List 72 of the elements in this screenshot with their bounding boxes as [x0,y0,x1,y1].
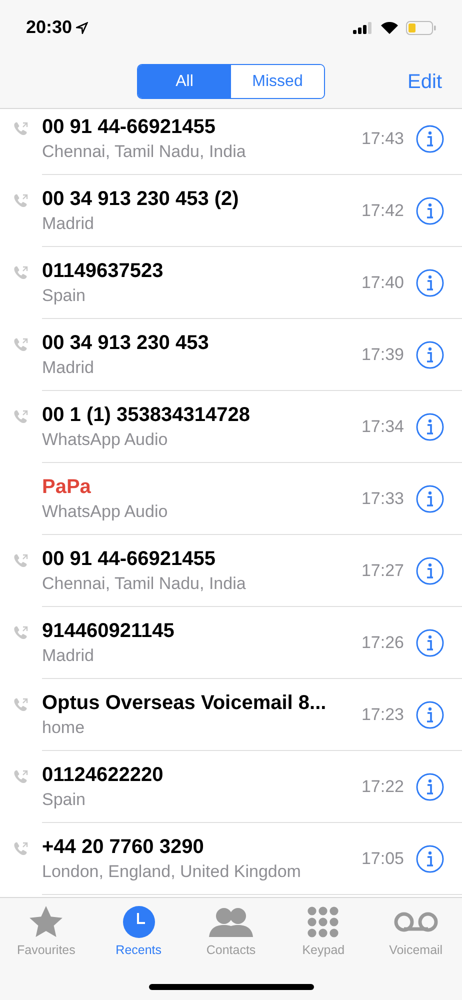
call-time: 17:27 [361,560,404,582]
info-icon[interactable] [416,628,444,656]
segment-tab[interactable]: All [138,65,231,98]
call-time: 17:42 [361,200,404,222]
clock-icon [122,906,155,938]
caller-name: PaPa [42,474,92,500]
call-time: 17:39 [361,344,404,366]
phone-icon [13,121,29,137]
people-icon [209,907,254,937]
call-time: 17:43 [361,128,404,150]
info-icon[interactable] [416,772,444,800]
caller-name: 00 34 913 230 453 (2) [42,186,240,212]
call-time: 17:23 [361,704,404,726]
segment-tab[interactable]: Missed [231,65,324,98]
info-icon[interactable] [416,268,444,296]
wifi-icon [381,22,398,34]
caller-name: 00 91 44-66921455 [42,114,216,140]
phone-icon [13,769,29,785]
info-icon[interactable] [416,556,444,584]
info-icon[interactable] [416,700,444,728]
phone-icon [13,697,29,713]
status-time: 20:30 [26,16,72,39]
caller-name: 00 34 913 230 453 [42,330,210,356]
caller-name: Optus Overseas Voicemail 8... [42,690,328,716]
phone-icon [13,841,29,857]
call-detail: Spain [42,788,86,810]
call-detail: Chennai, Tamil Nadu, India [42,140,247,162]
voicemail-icon [392,911,439,933]
info-icon[interactable] [416,124,444,152]
tab-bar-item[interactable]: Contacts [184,898,278,960]
edit-button[interactable]: Edit [408,66,442,96]
call-detail: WhatsApp Audio [42,428,169,450]
caller-name: 00 91 44-66921455 [42,546,216,572]
info-icon[interactable] [416,484,444,512]
tab-bar-item[interactable]: Favourites [0,898,92,960]
caller-name: 914460921145 [42,618,176,644]
info-icon[interactable] [416,196,444,224]
caller-name: +44 20 7760 3290 [42,834,205,860]
battery-icon [406,20,436,34]
call-time: 17:22 [361,776,404,798]
phone-icon [13,625,29,641]
call-detail: home [42,716,86,738]
call-detail: Madrid [42,212,95,234]
call-detail: Chennai, Tamil Nadu, India [42,572,247,594]
call-detail: Spain [42,284,86,306]
phone-icon [13,193,29,209]
call-time: 17:33 [361,488,404,510]
phone-icon [13,337,29,353]
call-detail: WhatsApp Audio [42,500,169,522]
call-time: 17:05 [361,848,404,870]
call-detail: Madrid [42,644,95,666]
star-icon [29,906,64,938]
info-icon[interactable] [416,340,444,368]
phone-icon [13,265,29,281]
caller-name: 01149637523 [42,258,164,284]
caller-name: 00 1 (1) 353834314728 [42,402,251,428]
info-icon[interactable] [416,412,444,440]
call-detail: Madrid [42,356,95,378]
call-time: 17:34 [361,416,404,438]
tab-bar-item[interactable]: Voicemail [370,898,462,960]
call-time: 17:40 [361,272,404,294]
signal-icon [353,22,373,34]
call-time: 17:26 [361,632,404,654]
tab-bar-item[interactable]: Recents [92,898,185,960]
location-arrow-icon [76,22,88,34]
info-icon[interactable] [416,844,444,872]
phone-icon [13,409,29,425]
tab-bar-item[interactable]: Keypad [277,898,370,960]
phone-icon [13,553,29,569]
call-detail: London, England, United Kingdom [42,860,302,882]
keypad-icon [307,906,340,938]
caller-name: 01124622220 [42,762,164,788]
